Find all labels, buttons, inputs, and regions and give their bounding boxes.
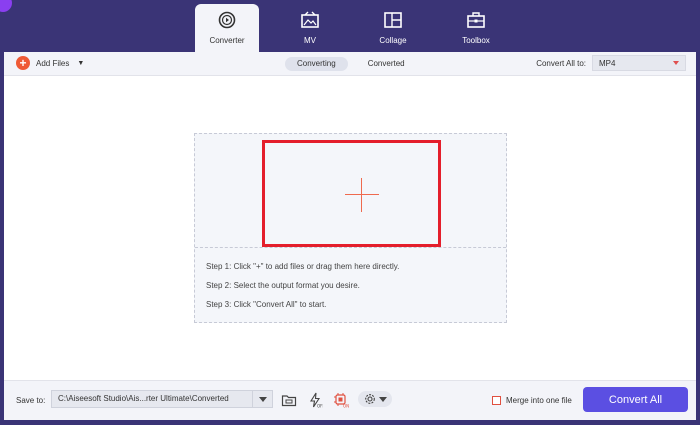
add-file-plus-icon[interactable] <box>345 178 379 212</box>
tab-converted[interactable]: Converted <box>356 57 417 71</box>
status-tabs: Converting Converted <box>285 57 417 71</box>
plus-icon: + <box>16 56 30 70</box>
tab-converter[interactable]: Converter <box>195 4 259 52</box>
file-drop-zone[interactable]: Step 1: Click "+" to add files or drag t… <box>194 133 507 323</box>
chevron-down-icon <box>258 396 267 402</box>
gpu-acceleration-button[interactable]: ON <box>332 391 350 409</box>
step-3-text: Step 3: Click "Convert All" to start. <box>206 300 327 309</box>
drop-area[interactable] <box>195 134 506 248</box>
svg-text:OFF: OFF <box>317 404 323 409</box>
save-path-dropdown[interactable] <box>252 391 272 407</box>
mv-icon <box>300 10 320 30</box>
folder-icon <box>281 395 297 407</box>
converter-panel: + Add Files ▼ Converting Converted Conve… <box>4 52 696 420</box>
step-2-text: Step 2: Select the output format you des… <box>206 281 360 290</box>
tab-mv[interactable]: MV <box>278 4 342 52</box>
merge-label: Merge into one file <box>506 396 572 405</box>
converter-icon <box>217 10 237 30</box>
open-folder-button[interactable] <box>280 391 298 409</box>
output-format-value: MP4 <box>599 58 616 68</box>
main-navigation: Converter MV Collage Toolbox <box>0 0 700 52</box>
tab-toolbox[interactable]: Toolbox <box>444 4 508 52</box>
save-path-field[interactable]: C:\Aiseesoft Studio\Ais...rter Ultimate\… <box>51 390 273 408</box>
svg-text:ON: ON <box>343 404 349 409</box>
tab-collage[interactable]: Collage <box>361 4 425 52</box>
instructions: Step 1: Click "+" to add files or drag t… <box>206 262 399 319</box>
collage-icon <box>383 10 403 30</box>
lightning-icon: OFF <box>310 392 323 409</box>
gear-icon <box>364 394 375 404</box>
convert-all-to: Convert All to: MP4 <box>536 55 686 71</box>
tab-converting[interactable]: Converting <box>285 57 348 71</box>
hardware-acceleration-button[interactable]: OFF <box>306 391 324 409</box>
settings-button[interactable] <box>358 391 392 407</box>
convert-all-to-label: Convert All to: <box>536 58 586 68</box>
highlight-box <box>262 140 441 247</box>
step-1-text: Step 1: Click "+" to add files or drag t… <box>206 262 400 271</box>
tab-converter-label: Converter <box>209 36 245 45</box>
chevron-down-icon[interactable]: ▼ <box>77 60 84 67</box>
tab-mv-label: MV <box>304 36 316 45</box>
convert-all-button[interactable]: Convert All <box>583 387 688 412</box>
output-format-select[interactable]: MP4 <box>592 55 686 71</box>
save-path-value: C:\Aiseesoft Studio\Ais...rter Ultimate\… <box>58 394 229 403</box>
toolbox-icon <box>466 10 486 30</box>
converter-toolbar: + Add Files ▼ Converting Converted Conve… <box>4 52 696 76</box>
save-to-label: Save to: <box>16 396 46 405</box>
tab-toolbox-label: Toolbox <box>462 36 490 45</box>
merge-into-one-file[interactable]: Merge into one file <box>492 396 572 405</box>
bottom-bar: Save to: C:\Aiseesoft Studio\Ais...rter … <box>4 380 696 420</box>
add-files-label: Add Files <box>36 58 70 68</box>
tab-collage-label: Collage <box>379 36 407 45</box>
chevron-down-icon <box>378 396 387 402</box>
cpu-icon: ON <box>334 393 349 409</box>
add-files-button[interactable]: + Add Files ▼ <box>16 56 84 70</box>
dropdown-arrow-icon <box>673 61 679 65</box>
merge-checkbox[interactable] <box>492 396 501 405</box>
